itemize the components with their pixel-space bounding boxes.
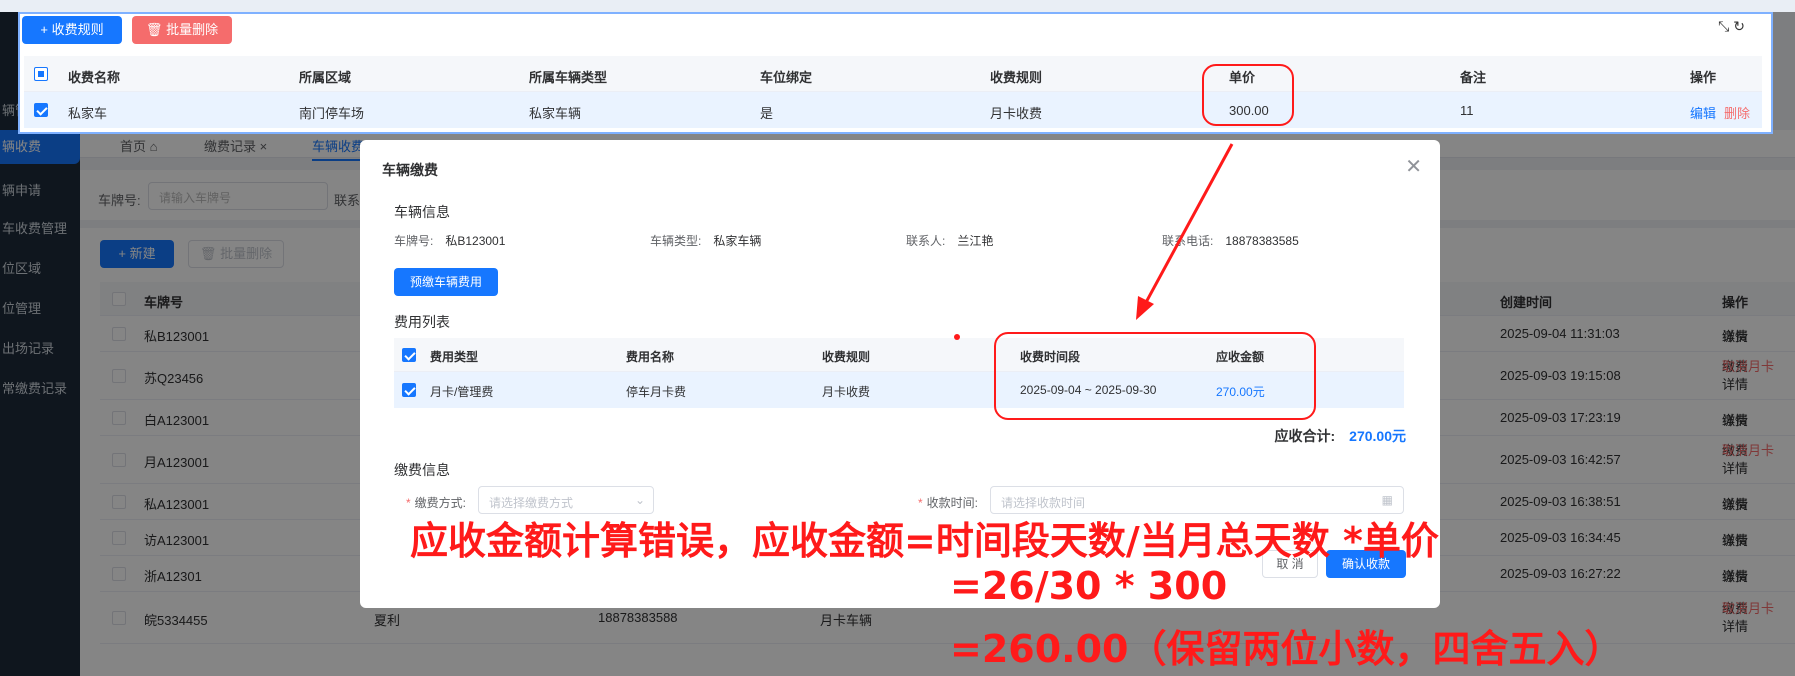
annotation-line-2: =26/30 * 300 <box>950 564 1228 608</box>
annotation-line-3: =260.00（保留两位小数，四舍五入） <box>950 627 1623 671</box>
annotation-line-1: 应收金额计算错误，应收金额=时间段天数/当月总天数 *单价 <box>410 519 1439 563</box>
annotation-arrow <box>954 143 1234 340</box>
